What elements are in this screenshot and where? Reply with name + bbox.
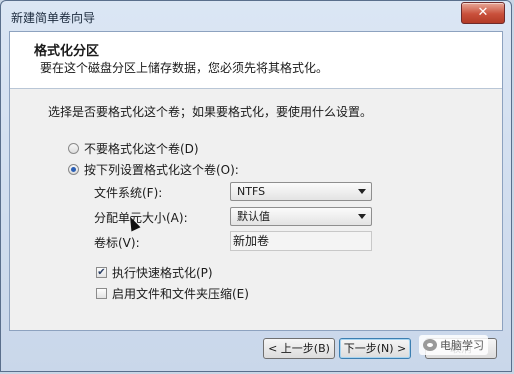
wizard-window: 新建简单卷向导 ✕ 格式化分区 要在这个磁盘分区上储存数据，您必须先将其格式化。…	[0, 0, 512, 372]
next-button[interactable]: 下一步(N) >	[339, 338, 411, 359]
options-panel: 选择是否要格式化这个卷；如果要格式化，要使用什么设置。 不要格式化这个卷(D) …	[10, 89, 502, 330]
window-title: 新建简单卷向导	[11, 11, 96, 25]
page-title: 格式化分区	[34, 44, 100, 59]
quick-format-checkbox-row[interactable]: ✔ 执行快速格式化(P)	[96, 264, 213, 281]
title-bar[interactable]: 新建简单卷向导 ✕	[1, 1, 511, 31]
instruction-text: 选择是否要格式化这个卷；如果要格式化，要使用什么设置。	[48, 105, 373, 119]
radio-no-format[interactable]: 不要格式化这个卷(D)	[68, 140, 199, 157]
chevron-down-icon	[358, 214, 366, 219]
filesystem-value: NTFS	[237, 185, 266, 198]
radio-format-label: 按下列设置格式化这个卷(O):	[84, 163, 239, 177]
chevron-down-icon	[358, 189, 366, 194]
header-band: 格式化分区 要在这个磁盘分区上储存数据，您必须先将其格式化。	[10, 32, 502, 89]
allocation-label: 分配单元大小(A):	[94, 211, 188, 225]
volume-label-label: 卷标(V):	[94, 236, 140, 250]
filesystem-select[interactable]: NTFS	[230, 182, 372, 201]
close-icon: ✕	[477, 5, 489, 20]
compression-checkbox[interactable]	[96, 288, 107, 299]
radio-format[interactable]: 按下列设置格式化这个卷(O):	[68, 161, 239, 178]
back-button[interactable]: < 上一步(B)	[263, 338, 335, 359]
radio-no-format-label: 不要格式化这个卷(D)	[84, 142, 199, 156]
radio-format-circle[interactable]	[68, 164, 79, 175]
quick-format-label: 执行快速格式化(P)	[112, 266, 213, 280]
wechat-icon	[423, 339, 437, 351]
compression-checkbox-row[interactable]: 启用文件和文件夹压缩(E)	[96, 285, 249, 302]
close-button[interactable]: ✕	[461, 2, 505, 24]
page-subtitle: 要在这个磁盘分区上储存数据，您必须先将其格式化。	[40, 61, 329, 75]
compression-label: 启用文件和文件夹压缩(E)	[112, 287, 249, 301]
allocation-value: 默认值	[237, 210, 270, 223]
filesystem-label: 文件系统(F):	[94, 186, 163, 200]
radio-no-format-circle[interactable]	[68, 143, 79, 154]
wizard-content: 格式化分区 要在这个磁盘分区上储存数据，您必须先将其格式化。 选择是否要格式化这…	[9, 31, 503, 331]
volume-label-input[interactable]: 新加卷	[230, 231, 372, 251]
watermark-text: 电脑学习	[440, 339, 484, 352]
quick-format-checkbox[interactable]: ✔	[96, 267, 107, 278]
watermark: 电脑学习	[419, 335, 488, 355]
allocation-select[interactable]: 默认值	[230, 207, 372, 226]
